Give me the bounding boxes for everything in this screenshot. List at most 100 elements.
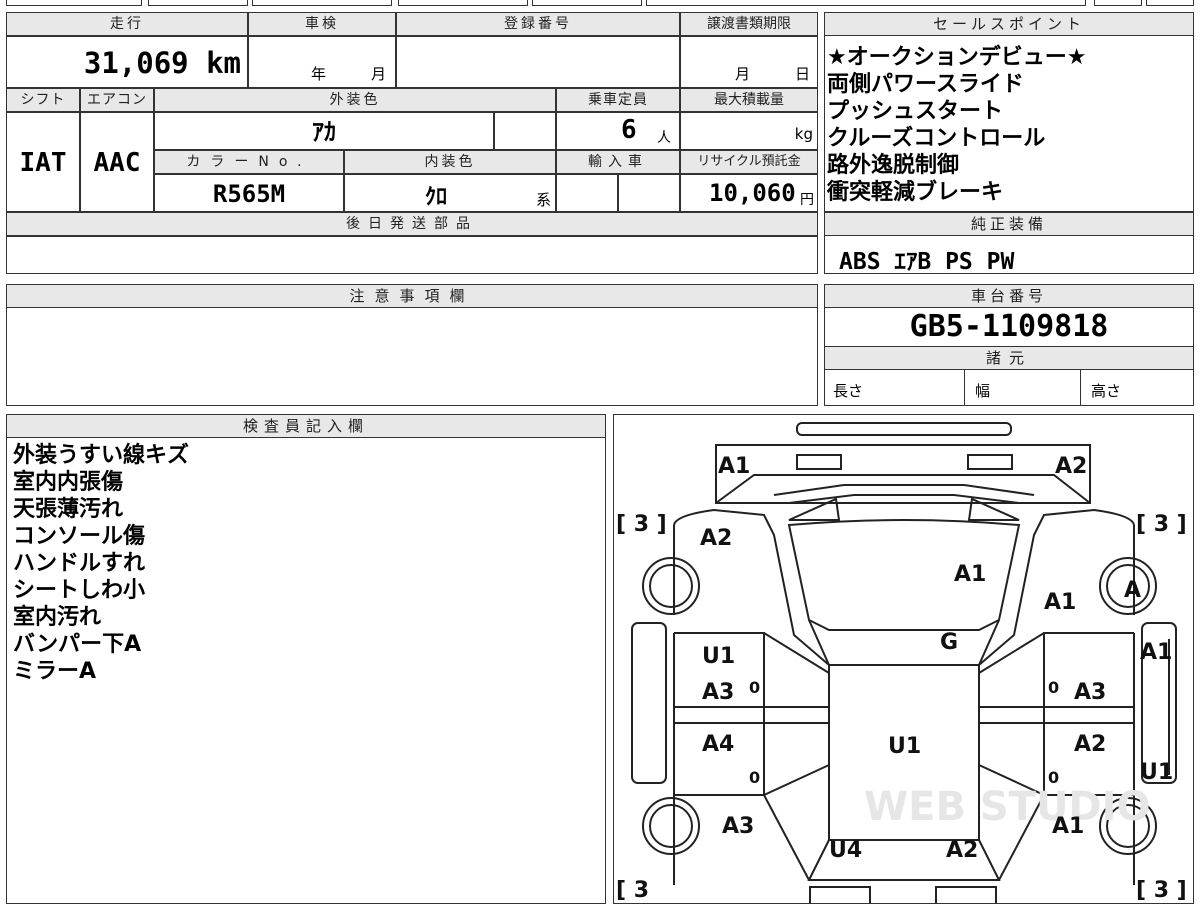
chassis-panel: 車台番号 GB5-1109818 諸元 長さ 幅 高さ [824,284,1194,406]
grade-left-front-door: A3 [702,680,734,705]
grade-hood: A1 [954,562,986,587]
inspector-note-line: バンパー下A [13,632,142,657]
inspector-note-line: 外装うすい線キズ [13,443,190,468]
import-label: 輸入車 [556,150,680,174]
shift-value: IAT [6,112,80,212]
front-edge-shape [715,474,1091,504]
right-headlight-shape [967,454,1013,470]
inspection-year-unit: 年 [311,65,327,83]
left-front-tire-inner [649,564,693,608]
tire-tread-right-front: [ 3 ] [1136,512,1187,537]
windshield-shape [808,619,1000,666]
grade-left-rear-fender: A3 [722,814,754,839]
grade-rear-gate-right: A2 [946,838,978,863]
grade-windshield: G [940,630,958,655]
right-front-fender-shape [978,508,1135,666]
left-side-step-shape [631,622,667,784]
inspector-note-line: 天張薄汚れ [13,497,124,522]
inspector-note-line: コンソール傷 [13,524,146,549]
chassis-number: GB5-1109818 [825,308,1193,347]
zero-mark-1: 0 [749,678,760,697]
spec-width: 幅 [965,370,1081,406]
registration-value [396,36,680,88]
grade-right-front-tire: A [1124,578,1141,603]
interior-color-value-cell: ｸﾛ 系 [344,174,556,212]
top-strip [0,0,1200,8]
grade-roof: U1 [888,734,921,759]
interior-color-label: 内装色 [344,150,556,174]
inspection-value: 年 月 [248,36,396,88]
zero-mark-2: 0 [1048,678,1059,697]
color-no-label: カラーNo. [154,150,344,174]
recycle-label: リサイクル預託金 [680,150,818,174]
sales-point-line: プッシュスタート [827,99,1004,124]
max-load-unit: kg [794,125,813,143]
interior-color-value: ｸﾛ [425,185,448,210]
tire-tread-left-front: [ 3 ] [616,512,667,537]
sales-points-list: ★オークションデビュー★ 両側パワースライド プッシュスタート クルーズコントロール路… [825,36,1193,206]
grade-right-rear-pillar: U1 [1140,760,1173,785]
transfer-label: 譲渡書類期限 [680,12,818,36]
max-load-label: 最大積載量 [680,88,818,112]
grade-right-rear-fender: A1 [1052,814,1084,839]
mileage-label: 走行 [6,12,248,36]
sales-points-panel: セールスポイント ★オークションデビュー★ 両側パワースライド プッシュスタート クル… [824,12,1194,212]
left-rear-tire-inner [649,804,693,848]
exterior-color-value: ｱｶ [154,112,494,150]
notes-panel: 注意事項欄 [6,284,818,406]
transfer-month-unit: 月 [735,65,751,83]
genuine-equipment-value: ABS ｴｱB PS PW [839,249,1015,275]
sales-points-header: セールスポイント [825,13,1193,36]
car-diagram: WEB STUDIO A1 A2 A2 A1 A1 A G A1 U1 A3 A… [616,422,1187,903]
inspector-note-line: ミラーA [13,659,97,684]
color-no-value: R565M [154,174,344,212]
genuine-equipment-panel: 純正装備 ABS ｴｱB PS PW [824,212,1194,275]
genuine-equipment-header: 純正装備 [825,213,1193,236]
recycle-value: 10,060 [709,179,796,207]
import-value-b [618,174,680,212]
shift-label: シフト [6,88,80,112]
interior-color-suffix: 系 [535,191,551,209]
recycle-unit: 円 [800,192,814,208]
specs-header: 諸元 [825,347,1193,370]
zero-mark-3: 0 [749,768,760,787]
sales-point-line: 両側パワースライド [827,72,1024,97]
grade-right-front-door: A3 [1074,680,1106,705]
capacity-value: 6 [621,115,637,145]
mileage-value: 31,069 km [6,36,248,88]
sales-point-line: 路外逸脱制御 [827,153,960,178]
chassis-header: 車台番号 [825,285,1193,308]
sales-point-line: クルーズコントロール [827,126,1046,151]
grade-right-rear-door: A2 [1074,732,1106,757]
import-value-a [556,174,618,212]
inspection-month-unit: 月 [371,65,387,83]
left-front-fender-shape [673,508,830,666]
grade-left-front-door-top: U1 [702,644,735,669]
exterior-color-label: 外装色 [154,88,556,112]
grade-rear-gate-left: U4 [829,838,862,863]
damage-diagram-panel: WEB STUDIO A1 A2 A2 A1 A1 A G A1 U1 A3 A… [613,414,1194,904]
inspector-note-line: ハンドルすれ [13,551,146,576]
spec-length: 長さ [825,370,965,406]
inspector-note-line: 室内内張傷 [13,470,124,495]
watermark: WEB STUDIO [864,784,1151,830]
grade-left-rear-door: A4 [702,732,734,757]
left-headlight-shape [796,454,842,470]
aircon-value: AAC [80,112,154,212]
capacity-unit: 人 [657,130,671,146]
grade-left-front-fender: A2 [700,526,732,551]
sales-point-line: ★オークションデビュー★ [827,45,1087,70]
inspector-note-line: シートしわ小 [13,578,146,603]
transfer-day-unit: 日 [795,65,811,83]
recycle-value-cell: 10,060 円 [680,174,818,212]
front-grille-shape [796,422,1012,436]
capacity-value-cell: 6 人 [556,112,680,150]
later-parts-label: 後日発送部品 [6,212,818,236]
max-load-value: kg [680,112,818,150]
vehicle-info-table: 走行 車検 登録番号 譲渡書類期限 31,069 km 年 月 月 日 シフト … [6,12,818,274]
grade-right-mirror: A1 [1140,640,1172,665]
zero-mark-4: 0 [1048,768,1059,787]
inspection-label: 車検 [248,12,396,36]
capacity-label: 乗車定員 [556,88,680,112]
exterior-color-extra [494,112,556,150]
